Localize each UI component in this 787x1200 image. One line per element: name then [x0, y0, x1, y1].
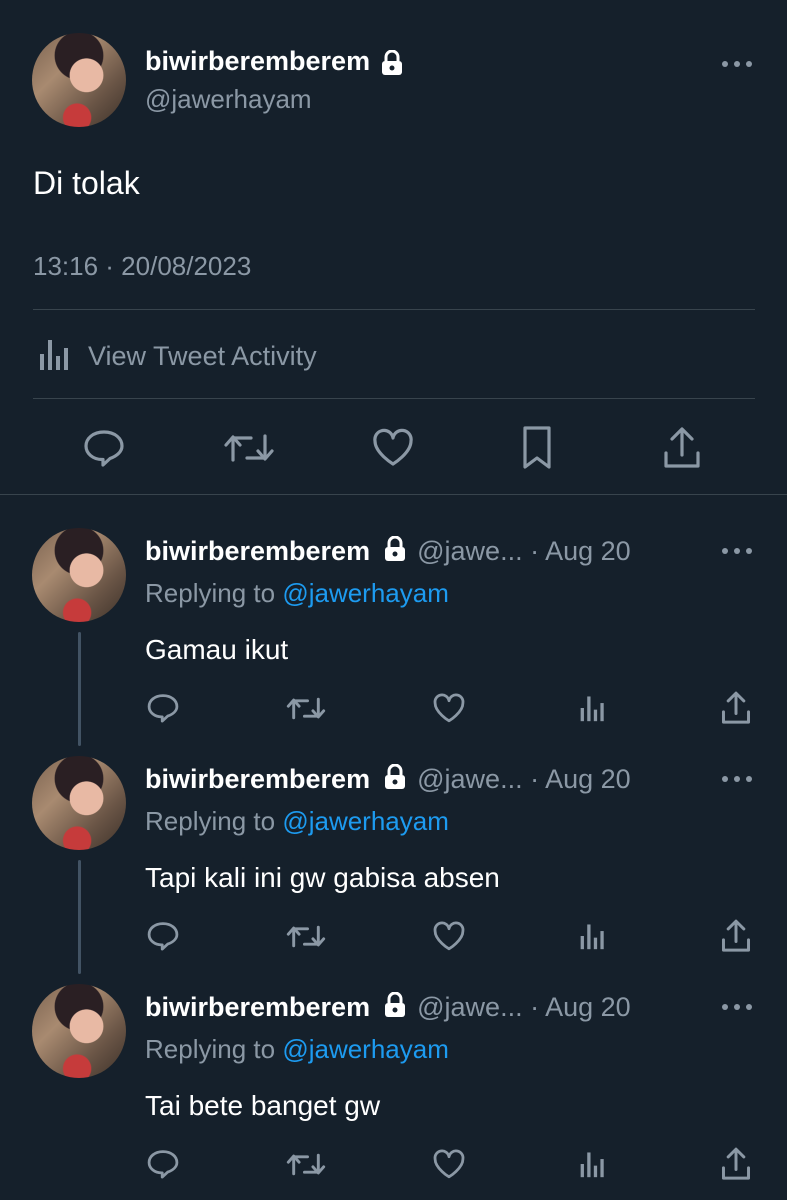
replying-to-link[interactable]: @jawerhayam: [282, 806, 449, 836]
retweet-icon[interactable]: [222, 426, 276, 470]
lock-icon: [384, 763, 406, 797]
reply-icon[interactable]: [144, 1146, 182, 1182]
separator-dot: ·: [530, 992, 540, 1022]
views-icon[interactable]: [574, 918, 612, 954]
lock-icon: [381, 49, 403, 81]
replying-to-link[interactable]: @jawerhayam: [282, 1034, 449, 1064]
replying-to: Replying to @jawerhayam: [145, 806, 449, 837]
heart-icon[interactable]: [369, 426, 417, 470]
tweet-text: Di tolak: [33, 165, 140, 201]
display-name[interactable]: biwirberemberem: [145, 46, 370, 76]
share-icon[interactable]: [717, 916, 755, 956]
reply-text: Gamau ikut: [145, 634, 289, 665]
share-icon[interactable]: [659, 424, 705, 472]
reply-text: Tai bete banget gw: [145, 1090, 381, 1121]
handle[interactable]: @jawerhayam: [145, 84, 312, 115]
reply-date[interactable]: Aug 20: [545, 764, 631, 794]
heart-icon[interactable]: [430, 918, 468, 954]
bookmark-icon[interactable]: [514, 424, 560, 472]
avatar[interactable]: [32, 528, 126, 622]
replying-to: Replying to @jawerhayam: [145, 1034, 449, 1065]
more-icon[interactable]: [712, 997, 762, 1017]
reply-text: Tapi kali ini gw gabisa absen: [145, 862, 500, 893]
main-tweet-header: biwirberemberem: [145, 46, 403, 81]
retweet-icon[interactable]: [285, 1146, 327, 1182]
heart-icon[interactable]: [430, 1146, 468, 1182]
more-icon[interactable]: [712, 54, 762, 74]
reply-icon[interactable]: [80, 426, 128, 470]
views-icon[interactable]: [574, 1146, 612, 1182]
thread-line: [78, 632, 81, 746]
replying-prefix: Replying to: [145, 578, 276, 608]
handle[interactable]: @jawe...: [417, 536, 522, 566]
reply-header: biwirberemberem @jawe... · Aug 20: [145, 535, 631, 569]
handle[interactable]: @jawe...: [417, 764, 522, 794]
retweet-icon[interactable]: [285, 918, 327, 954]
view-activity-row[interactable]: View Tweet Activity: [38, 336, 317, 377]
reply-icon[interactable]: [144, 918, 182, 954]
replying-to: Replying to @jawerhayam: [145, 578, 449, 609]
avatar[interactable]: [32, 984, 126, 1078]
views-icon: [38, 336, 72, 377]
replying-prefix: Replying to: [145, 806, 276, 836]
share-icon[interactable]: [717, 1144, 755, 1184]
divider: [0, 494, 787, 495]
avatar[interactable]: [32, 756, 126, 850]
display-name[interactable]: biwirberemberem: [145, 764, 370, 794]
retweet-icon[interactable]: [285, 690, 327, 726]
more-icon[interactable]: [712, 541, 762, 561]
divider: [33, 309, 755, 310]
display-name[interactable]: biwirberemberem: [145, 992, 370, 1022]
heart-icon[interactable]: [430, 690, 468, 726]
separator-dot: ·: [530, 764, 540, 794]
handle[interactable]: @jawe...: [417, 992, 522, 1022]
more-icon[interactable]: [712, 769, 762, 789]
share-icon[interactable]: [717, 688, 755, 728]
view-activity-label: View Tweet Activity: [88, 341, 317, 371]
replying-prefix: Replying to: [145, 1034, 276, 1064]
tweet-timestamp[interactable]: 13:16 · 20/08/2023: [33, 251, 251, 282]
separator-dot: ·: [530, 536, 540, 566]
thread-line: [78, 860, 81, 974]
views-icon[interactable]: [574, 690, 612, 726]
lock-icon: [384, 535, 406, 569]
reply-header: biwirberemberem @jawe... · Aug 20: [145, 991, 631, 1025]
reply-date[interactable]: Aug 20: [545, 536, 631, 566]
reply-header: biwirberemberem @jawe... · Aug 20: [145, 763, 631, 797]
display-name[interactable]: biwirberemberem: [145, 536, 370, 566]
replying-to-link[interactable]: @jawerhayam: [282, 578, 449, 608]
divider: [33, 398, 755, 399]
reply-date[interactable]: Aug 20: [545, 992, 631, 1022]
lock-icon: [384, 991, 406, 1025]
avatar[interactable]: [32, 33, 126, 127]
reply-icon[interactable]: [144, 690, 182, 726]
